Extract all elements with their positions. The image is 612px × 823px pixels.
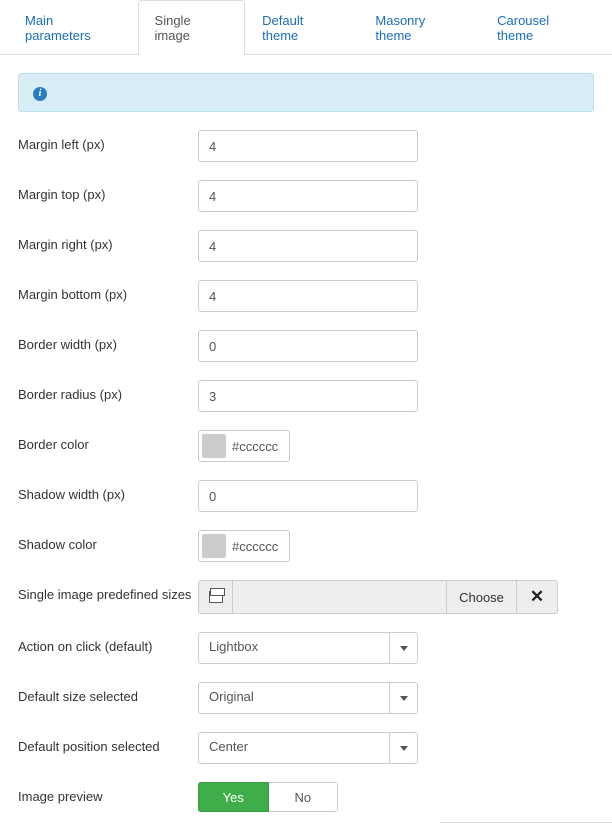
input-shadow-width[interactable] bbox=[198, 480, 418, 512]
border-color-swatch bbox=[202, 434, 226, 458]
label-margin-right: Margin right (px) bbox=[18, 230, 198, 252]
label-margin-bottom: Margin bottom (px) bbox=[18, 280, 198, 302]
clear-button[interactable]: ✕ bbox=[517, 581, 557, 613]
shadow-color-value: #cccccc bbox=[232, 539, 286, 554]
choose-button[interactable]: Choose bbox=[447, 581, 517, 613]
input-margin-top[interactable] bbox=[198, 180, 418, 212]
select-action-on-click[interactable]: Lightbox bbox=[198, 632, 418, 664]
tab-single-image[interactable]: Single image bbox=[138, 0, 246, 55]
label-margin-top: Margin top (px) bbox=[18, 180, 198, 202]
info-alert: i bbox=[18, 73, 594, 112]
label-default-position: Default position selected bbox=[18, 732, 198, 754]
input-border-width[interactable] bbox=[198, 330, 418, 362]
label-shadow-width: Shadow width (px) bbox=[18, 480, 198, 502]
toggle-image-preview: Yes No bbox=[198, 782, 338, 812]
tab-default-theme[interactable]: Default theme bbox=[245, 0, 358, 55]
file-display bbox=[233, 581, 447, 613]
select-default-position[interactable]: Center bbox=[198, 732, 418, 764]
input-margin-left[interactable] bbox=[198, 130, 418, 162]
toggle-no-button[interactable]: No bbox=[269, 782, 339, 812]
shadow-color-swatch bbox=[202, 534, 226, 558]
close-icon: ✕ bbox=[530, 587, 544, 607]
label-predefined-sizes: Single image predefined sizes bbox=[18, 580, 198, 602]
label-border-color: Border color bbox=[18, 430, 198, 452]
toggle-yes-button[interactable]: Yes bbox=[198, 782, 269, 812]
label-action-on-click: Action on click (default) bbox=[18, 632, 198, 654]
label-shadow-color: Shadow color bbox=[18, 530, 198, 552]
info-icon: i bbox=[33, 87, 47, 101]
select-default-size[interactable]: Original bbox=[198, 682, 418, 714]
label-border-width: Border width (px) bbox=[18, 330, 198, 352]
image-file-icon bbox=[199, 581, 233, 613]
chevron-down-icon bbox=[389, 733, 417, 763]
tab-carousel-theme[interactable]: Carousel theme bbox=[480, 0, 604, 55]
label-image-preview: Image preview bbox=[18, 782, 198, 804]
label-border-radius: Border radius (px) bbox=[18, 380, 198, 402]
tab-masonry-theme[interactable]: Masonry theme bbox=[358, 0, 480, 55]
tab-content: i Margin left (px) Margin top (px) Margi… bbox=[0, 55, 612, 812]
select-position-value: Center bbox=[199, 733, 389, 763]
chevron-down-icon bbox=[389, 633, 417, 663]
input-shadow-color[interactable]: #cccccc bbox=[198, 530, 290, 562]
tab-main-parameters[interactable]: Main parameters bbox=[8, 0, 138, 55]
select-action-value: Lightbox bbox=[199, 633, 389, 663]
input-margin-right[interactable] bbox=[198, 230, 418, 262]
select-size-value: Original bbox=[199, 683, 389, 713]
tabs-bar: Main parameters Single image Default the… bbox=[0, 0, 612, 55]
label-margin-left: Margin left (px) bbox=[18, 130, 198, 152]
input-border-radius[interactable] bbox=[198, 380, 418, 412]
border-color-value: #cccccc bbox=[232, 439, 286, 454]
input-margin-bottom[interactable] bbox=[198, 280, 418, 312]
file-chooser-predefined-sizes: Choose ✕ bbox=[198, 580, 558, 614]
input-border-color[interactable]: #cccccc bbox=[198, 430, 290, 462]
label-default-size: Default size selected bbox=[18, 682, 198, 704]
chevron-down-icon bbox=[389, 683, 417, 713]
